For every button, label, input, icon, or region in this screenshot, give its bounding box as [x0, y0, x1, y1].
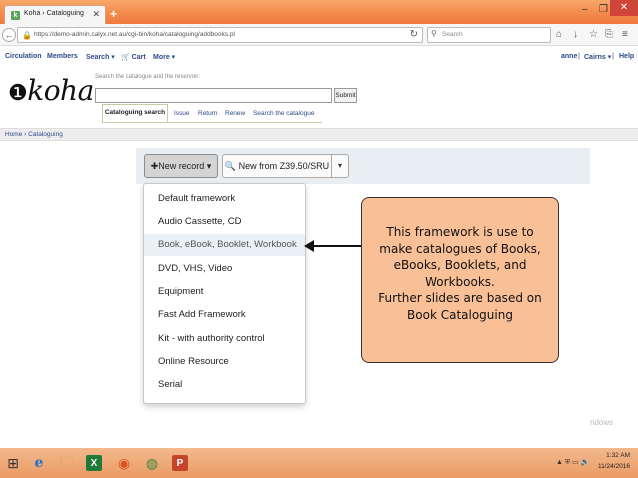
menu-cart[interactable]: 🛒 Cart: [121, 53, 146, 61]
browser-search-placeholder: Search: [442, 31, 463, 38]
callout-line: Workbooks.: [425, 274, 495, 289]
internet-explorer-icon[interactable]: e: [28, 452, 50, 474]
download-icon[interactable]: ↓: [573, 29, 578, 40]
back-arrow-icon[interactable]: ←: [2, 28, 16, 42]
maximize-icon[interactable]: ❐: [599, 4, 608, 15]
menu-separator: |: [612, 53, 614, 60]
tab-close-icon[interactable]: ✕: [92, 9, 100, 20]
catalogue-search-input[interactable]: [95, 88, 332, 103]
clock-time: 1:32 AM: [606, 452, 630, 459]
firefox-icon[interactable]: ◉: [113, 452, 135, 474]
home-icon[interactable]: ⌂: [556, 29, 562, 40]
excel-icon[interactable]: X: [86, 455, 102, 471]
tab-search-catalogue[interactable]: Search the catalogue: [253, 110, 314, 117]
framework-book-ebook-booklet-workbook[interactable]: Book, eBook, Booklet, Workbook: [144, 234, 305, 256]
koha-top-menu: Circulation Members Search ▾ 🛒 Cart More…: [0, 47, 638, 65]
taskbar-clock[interactable]: 1:32 AM 11/24/2016: [598, 450, 630, 472]
browser-search-input[interactable]: ⚲ Search: [427, 27, 551, 43]
start-icon[interactable]: ⊞: [2, 452, 24, 474]
system-tray[interactable]: ▲ ⛨ ▭ 🔊: [556, 458, 589, 467]
browser-tab[interactable]: k Koha › Cataloguing ✕: [4, 5, 106, 24]
tab-title: Koha › Cataloguing: [24, 10, 84, 17]
url-text[interactable]: https://demo-admin.calyx.net.au/cgi-bin/…: [34, 31, 235, 38]
koha-logo-mark-icon: ❶: [8, 81, 28, 106]
search-icon: ⚲: [431, 29, 437, 38]
pointer-arrow-line: [312, 245, 362, 247]
koha-logo-text: koha: [27, 74, 94, 107]
framework-default[interactable]: Default framework: [144, 188, 305, 210]
menu-separator: |: [578, 53, 580, 60]
hamburger-menu-icon[interactable]: ≡: [622, 29, 628, 40]
callout-line: Book Cataloguing: [407, 307, 513, 322]
search-hint: Search the catalogue and the reservoir:: [95, 74, 201, 80]
new-record-dropdown: Default framework Audio Cassette, CD Boo…: [143, 183, 306, 404]
z3950-dropdown-toggle[interactable]: ▾: [331, 154, 349, 178]
framework-dvd-vhs-video[interactable]: DVD, VHS, Video: [144, 258, 305, 280]
koha-favicon-icon: k: [11, 11, 20, 20]
activate-windows-watermark: ndows: [590, 418, 614, 427]
url-bar[interactable]: 🔒 https://demo-admin.calyx.net.au/cgi-bi…: [17, 27, 423, 43]
window-close-icon[interactable]: ✕: [610, 0, 638, 16]
callout-line: This framework is use to: [386, 225, 534, 239]
tab-cataloguing-search[interactable]: Cataloguing search: [102, 104, 168, 123]
tab-divider: [102, 122, 322, 123]
menu-circulation[interactable]: Circulation: [5, 53, 42, 60]
new-record-button[interactable]: ✚New record ▾: [144, 154, 218, 178]
help-link[interactable]: Help: [619, 53, 634, 60]
pointer-arrow-icon: [304, 240, 314, 252]
minimize-icon[interactable]: –: [582, 4, 588, 15]
new-from-z3950-button[interactable]: 🔍 New from Z39.50/SRU: [222, 154, 332, 178]
lock-icon: 🔒: [22, 31, 32, 40]
framework-equipment[interactable]: Equipment: [144, 281, 305, 303]
callout-line: eBooks, Booklets, and: [393, 258, 527, 272]
menu-members[interactable]: Members: [47, 53, 78, 60]
chrome-icon[interactable]: ◍: [141, 452, 163, 474]
framework-online-resource[interactable]: Online Resource: [144, 351, 305, 373]
library-icon[interactable]: ⎘: [605, 29, 613, 40]
submit-button[interactable]: Submit: [334, 88, 357, 103]
koha-logo[interactable]: ❶koha: [8, 74, 94, 107]
framework-kit[interactable]: Kit - with authority control: [144, 328, 305, 350]
breadcrumb[interactable]: Home › Cataloguing: [5, 131, 63, 138]
framework-serial[interactable]: Serial: [144, 374, 305, 396]
breadcrumb-bar: Home › Cataloguing: [0, 128, 638, 141]
browser-navbar: ← 🔒 https://demo-admin.calyx.net.au/cgi-…: [0, 24, 638, 46]
menu-more[interactable]: More ▾: [153, 53, 175, 61]
clock-date: 11/24/2016: [597, 463, 630, 470]
user-menu[interactable]: anne: [561, 53, 577, 60]
framework-audio-cassette-cd[interactable]: Audio Cassette, CD: [144, 211, 305, 233]
branch-menu[interactable]: Cairns ▾: [584, 53, 611, 61]
annotation-callout: This framework is use to make catalogues…: [361, 197, 559, 363]
tab-return[interactable]: Return: [198, 110, 218, 117]
tab-issue[interactable]: Issue: [174, 110, 190, 117]
tab-renew[interactable]: Renew: [225, 110, 245, 117]
file-explorer-icon[interactable]: 🗀: [56, 452, 78, 474]
callout-line: Further slides are based on: [378, 291, 542, 305]
new-tab-button[interactable]: +: [110, 7, 117, 21]
reload-icon[interactable]: ↻: [410, 29, 418, 40]
framework-fast-add[interactable]: Fast Add Framework: [144, 304, 305, 326]
menu-search[interactable]: Search ▾: [86, 53, 115, 61]
bookmark-star-icon[interactable]: ☆: [589, 29, 598, 40]
powerpoint-icon[interactable]: P: [172, 455, 188, 471]
callout-line: make catalogues of Books,: [379, 241, 541, 256]
